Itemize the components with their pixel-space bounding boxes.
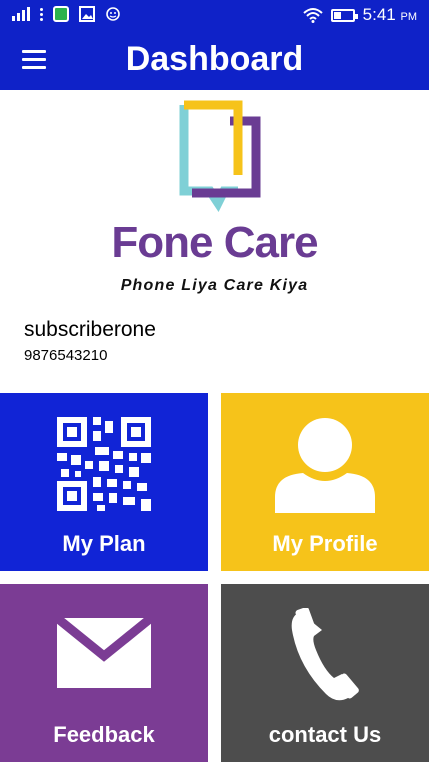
status-bar: 5:41 PM xyxy=(0,0,429,30)
feedback-label: Feedback xyxy=(53,722,155,747)
my-plan-label: My Plan xyxy=(62,531,146,556)
more-dots-icon xyxy=(40,7,43,21)
contact-us-tile[interactable]: contact Us xyxy=(221,584,429,762)
envelope-icon xyxy=(57,618,151,688)
my-plan-tile[interactable]: My Plan xyxy=(0,393,208,571)
contact-us-label: contact Us xyxy=(268,722,382,747)
smiley-icon xyxy=(106,7,120,21)
phone-number: 9876543210 xyxy=(24,347,108,364)
signal-icon xyxy=(12,7,30,21)
app-bar: Dashboard xyxy=(0,30,429,90)
user-profile-icon xyxy=(275,418,375,513)
battery-icon xyxy=(330,8,358,22)
fone-care-logo-icon xyxy=(179,100,261,212)
brand-name: Fone Care xyxy=(111,218,318,267)
profile-header: Fone Care Phone Liya Care Kiya subscribe… xyxy=(0,90,429,392)
qr-code-icon xyxy=(57,417,151,511)
wifi-icon xyxy=(303,8,323,23)
page-title: Dashboard xyxy=(125,40,304,78)
my-profile-tile[interactable]: My Profile xyxy=(221,393,429,571)
clock: 5:41 PM xyxy=(362,5,417,24)
username: subscriberone xyxy=(24,318,156,341)
image-icon xyxy=(79,6,95,22)
feedback-tile[interactable]: Feedback xyxy=(0,584,208,762)
phone-icon xyxy=(291,608,359,701)
my-profile-label: My Profile xyxy=(272,531,378,556)
brand-tagline: Phone Liya Care Kiya xyxy=(120,277,309,294)
app-notification-icon xyxy=(53,6,69,22)
